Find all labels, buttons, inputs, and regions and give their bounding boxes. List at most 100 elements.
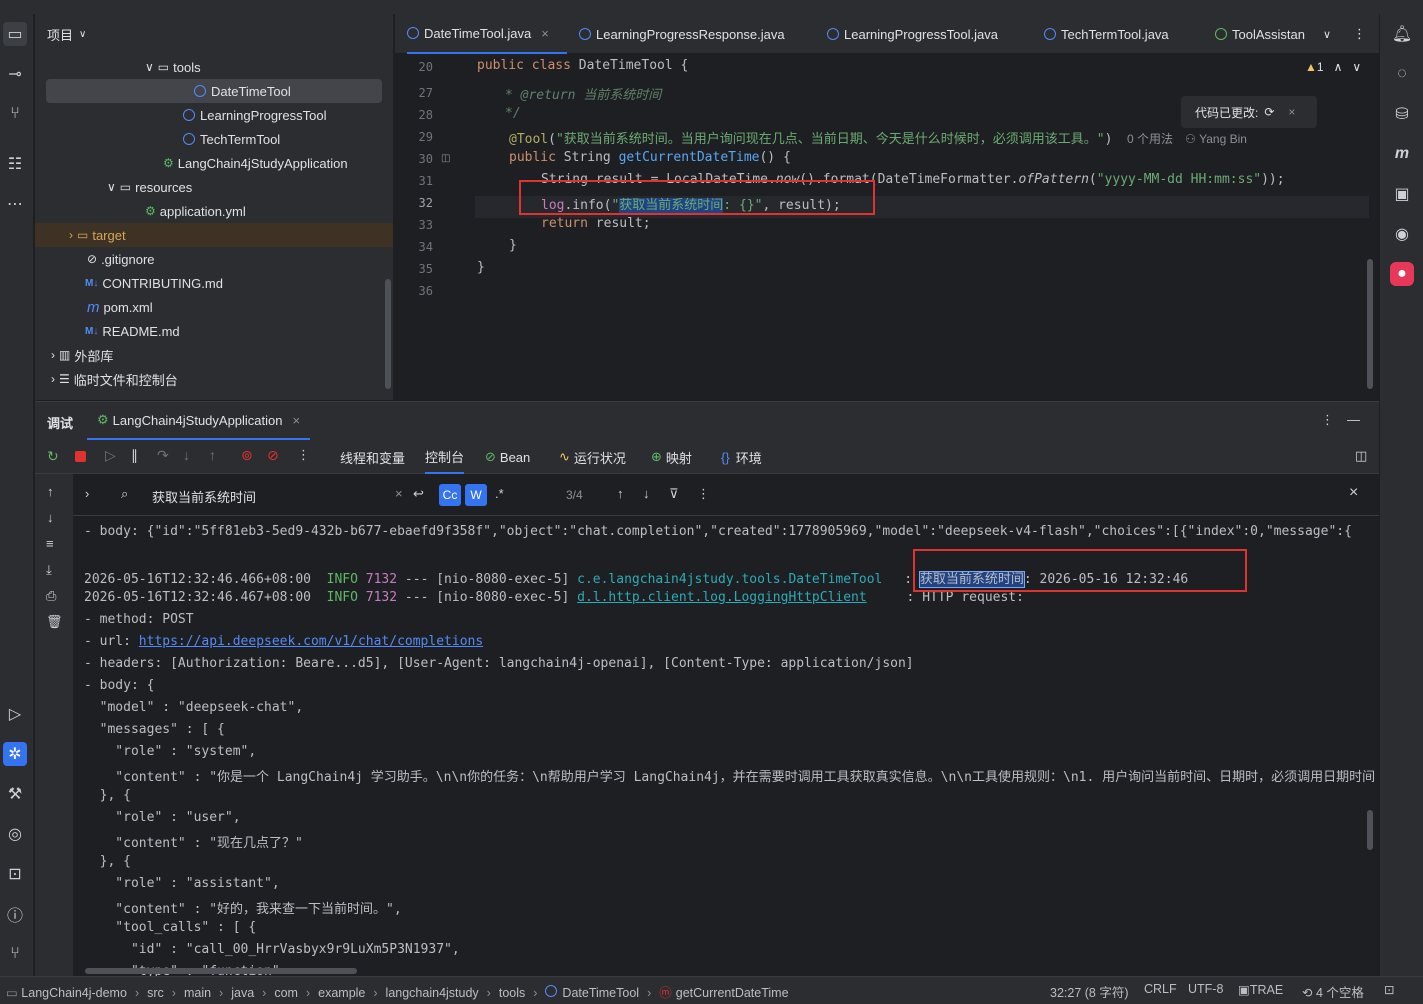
arrow-up-icon[interactable]: ↑: [47, 484, 54, 499]
new-line-icon[interactable]: ↩: [413, 486, 424, 502]
search-input[interactable]: 获取当前系统时间: [152, 487, 382, 506]
indent-setting[interactable]: ⟲ 4 个空格: [1302, 982, 1364, 1001]
copilot-icon[interactable]: ◉: [1390, 222, 1414, 246]
breadcrumb-item[interactable]: java: [231, 986, 254, 1000]
debug-icon[interactable]: ✲: [3, 742, 27, 766]
breadcrumb-item[interactable]: main: [184, 986, 211, 1000]
usages-hint[interactable]: 0 个用法: [1127, 132, 1173, 146]
more-icon[interactable]: ⋮: [1353, 14, 1366, 54]
tree-item-application[interactable]: ⚙ LangChain4jStudyApplication: [35, 151, 385, 175]
tree-item-resources[interactable]: ∨ ▭ resources: [35, 175, 385, 199]
scrollbar[interactable]: [385, 279, 391, 389]
arrow-down-icon[interactable]: ↓: [47, 510, 54, 525]
endpoints-icon[interactable]: ▣: [1390, 182, 1414, 206]
git-icon[interactable]: ⑂: [3, 942, 27, 966]
project-header[interactable]: 项目 ∨: [35, 14, 393, 54]
close-icon[interactable]: ×: [293, 413, 301, 428]
project-folder-icon[interactable]: ▭: [3, 22, 27, 46]
structure-icon[interactable]: ☷: [3, 152, 27, 176]
scroll-to-end-icon[interactable]: ⤓: [46, 562, 52, 578]
chevron-up-icon[interactable]: ∧: [1334, 60, 1343, 74]
tree-item-contributing[interactable]: M↓ CONTRIBUTING.md: [35, 271, 385, 295]
database-icon[interactable]: ⛁: [1390, 102, 1414, 126]
breadcrumb-item[interactable]: com: [274, 986, 298, 1000]
file-encoding[interactable]: UTF-8: [1188, 982, 1223, 996]
close-icon[interactable]: ×: [1349, 484, 1358, 502]
chevron-down-icon[interactable]: ∨: [1352, 60, 1361, 74]
tab-health[interactable]: ∿ 运行状况: [559, 440, 626, 474]
layout-icon[interactable]: ◫: [1355, 448, 1367, 464]
mute-breakpoints-icon[interactable]: ⊘: [267, 447, 279, 464]
clear-icon[interactable]: ×: [395, 486, 403, 501]
breadcrumb-item[interactable]: LangChain4j-demo: [21, 986, 127, 1000]
rerun-icon[interactable]: ↻: [47, 448, 59, 465]
stop-icon[interactable]: [75, 451, 86, 462]
next-match-icon[interactable]: ↓: [643, 486, 650, 501]
filter-icon[interactable]: ⊽: [669, 486, 679, 502]
tab-environment[interactable]: {} 环境: [721, 440, 762, 474]
read-only-lock-icon[interactable]: ⊡: [1384, 982, 1394, 997]
horizontal-scrollbar[interactable]: [85, 968, 357, 974]
tab-mappings[interactable]: ⊕ 映射: [651, 440, 692, 474]
trash-icon[interactable]: 🗑︎: [46, 614, 63, 630]
run-icon[interactable]: ▷: [3, 702, 27, 726]
problems-icon[interactable]: ⓘ: [3, 902, 27, 926]
step-over-icon[interactable]: ↷: [157, 447, 169, 464]
url-link[interactable]: https://api.deepseek.com/v1/chat/complet…: [139, 634, 483, 649]
tree-item-learningprogresstool[interactable]: LearningProgressTool: [35, 103, 385, 127]
tab-console[interactable]: 控制台: [425, 440, 465, 474]
breadcrumb-item[interactable]: langchain4jstudy: [386, 986, 479, 1000]
pause-icon[interactable]: ∥: [131, 447, 138, 464]
tree-item-external-libraries[interactable]: › ▥ 外部库: [35, 343, 385, 367]
breadcrumb-item[interactable]: tools: [499, 986, 525, 1000]
tree-item-application-yml[interactable]: ⚙ application.yml: [35, 199, 385, 223]
tree-item-pom[interactable]: m pom.xml: [35, 295, 385, 319]
more-icon[interactable]: ⋮: [697, 486, 710, 502]
close-icon[interactable]: ×: [541, 26, 549, 41]
run-config-tab[interactable]: ⚙ LangChain4jStudyApplication ×: [87, 402, 311, 440]
regex-toggle[interactable]: .*: [495, 486, 504, 501]
ai-status[interactable]: ▣TRAE: [1238, 982, 1283, 997]
tab-learningprogressresponse[interactable]: LearningProgressResponse.java: [579, 14, 785, 54]
breadcrumb-item[interactable]: getCurrentDateTime: [676, 986, 789, 1000]
breadcrumb-item[interactable]: DateTimeTool: [562, 986, 639, 1000]
build-icon[interactable]: ⚒: [3, 782, 27, 806]
tab-toolassistant[interactable]: ToolAssistan: [1215, 14, 1311, 54]
tree-item-readme[interactable]: M↓ README.md: [35, 319, 385, 343]
previous-match-icon[interactable]: ↑: [617, 486, 624, 501]
more-icon[interactable]: ⋮: [297, 447, 310, 463]
tree-item-techtermtool[interactable]: TechTermTool: [35, 127, 385, 151]
tab-bean[interactable]: ⊘ Bean: [485, 440, 530, 474]
step-into-icon[interactable]: ↓: [183, 447, 190, 463]
tree-item-tools[interactable]: ∨ ▭ tools: [35, 55, 385, 79]
plugin-icon[interactable]: ●: [1390, 262, 1414, 286]
more-icon[interactable]: ⋮: [1321, 412, 1334, 428]
step-out-icon[interactable]: ↑: [209, 447, 216, 463]
match-case-toggle[interactable]: Cc: [439, 484, 461, 506]
maven-icon[interactable]: m: [1390, 142, 1414, 166]
reload-icon[interactable]: ⟳: [1264, 105, 1274, 119]
tree-item-datetimetool[interactable]: DateTimeTool: [46, 79, 382, 103]
scrollbar[interactable]: [1367, 259, 1373, 389]
scrollbar[interactable]: [1367, 810, 1373, 850]
chevron-down-icon[interactable]: ∨: [1323, 14, 1331, 54]
close-icon[interactable]: ×: [1288, 105, 1295, 119]
chevron-right-icon[interactable]: ›: [85, 486, 89, 501]
tree-item-gitignore[interactable]: ⊘ .gitignore: [35, 247, 385, 271]
tree-item-target[interactable]: › ▭ target: [35, 223, 393, 247]
print-icon[interactable]: ⎙: [46, 588, 56, 604]
tab-threads-variables[interactable]: 线程和变量: [340, 440, 405, 474]
breadcrumb-item[interactable]: example: [318, 986, 365, 1000]
minimize-icon[interactable]: —: [1347, 412, 1360, 427]
soft-wrap-icon[interactable]: ≡: [46, 536, 54, 551]
commit-icon[interactable]: ⊸: [3, 62, 27, 86]
more-tools-icon[interactable]: ⋯: [3, 192, 27, 216]
pull-requests-icon[interactable]: ⑂: [3, 102, 27, 126]
resume-icon[interactable]: ▷: [105, 447, 116, 464]
view-breakpoints-icon[interactable]: ⊚: [241, 447, 253, 464]
breadcrumb-item[interactable]: src: [147, 986, 164, 1000]
tab-techtermtool[interactable]: TechTermTool.java: [1044, 14, 1169, 54]
terminal-icon[interactable]: ⊡: [3, 862, 27, 886]
notifications-icon[interactable]: 🔔︎: [1390, 22, 1414, 46]
tab-learningprogresstool[interactable]: LearningProgressTool.java: [827, 14, 998, 54]
